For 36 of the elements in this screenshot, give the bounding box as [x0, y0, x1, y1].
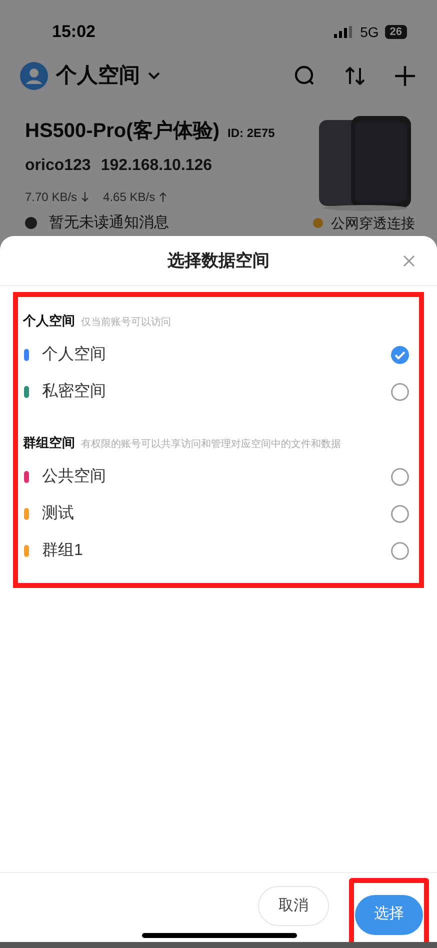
battery-indicator: 26 [384, 25, 407, 39]
device-ip: 192.168.10.126 [100, 156, 212, 176]
space-option[interactable]: 测试 [23, 495, 409, 532]
arrow-up-icon [159, 192, 168, 202]
check-circle-icon[interactable] [391, 346, 409, 364]
download-speed: 7.70 KB/s [25, 189, 78, 206]
section-hint: 仅当前账号可以访问 [81, 316, 171, 330]
space-option[interactable]: 群组1 [23, 532, 409, 569]
chevron-down-icon[interactable] [148, 72, 160, 80]
avatar-icon [20, 62, 48, 90]
add-icon[interactable] [393, 64, 417, 88]
radio-button[interactable] [391, 504, 409, 522]
radio-button[interactable] [391, 542, 409, 560]
sort-icon[interactable] [343, 64, 367, 88]
network-label: 5G [360, 22, 379, 42]
section-title: 群组空间 [23, 434, 75, 452]
notice-text: 暂无未读通知消息 [49, 213, 169, 233]
signal-icon [334, 26, 354, 38]
upload-speed: 4.65 KB/s [103, 189, 156, 206]
radio-button[interactable] [391, 468, 409, 486]
cancel-button[interactable]: 取消 [258, 886, 329, 926]
section-hint: 有权限的账号可以共享访问和管理对应空间中的文件和数据 [81, 438, 341, 452]
device-id: ID: 2E75 [227, 125, 275, 142]
close-icon[interactable] [403, 254, 415, 266]
section-title: 个人空间 [23, 312, 75, 330]
device-user: orico123 [25, 156, 91, 176]
sheet-title: 选择数据空间 [168, 250, 270, 272]
space-option[interactable]: 私密空间 [23, 374, 409, 410]
radio-button[interactable] [391, 383, 409, 401]
connection-status: 公网穿透连接 [331, 214, 415, 233]
device-name: HS500-Pro(客户体验) [25, 118, 220, 144]
arrow-down-icon [81, 192, 90, 202]
status-time: 15:02 [52, 21, 96, 44]
space-option[interactable]: 个人空间 [23, 336, 409, 374]
space-option[interactable]: 公共空间 [23, 458, 409, 495]
space-title[interactable]: 个人空间 [56, 60, 140, 92]
